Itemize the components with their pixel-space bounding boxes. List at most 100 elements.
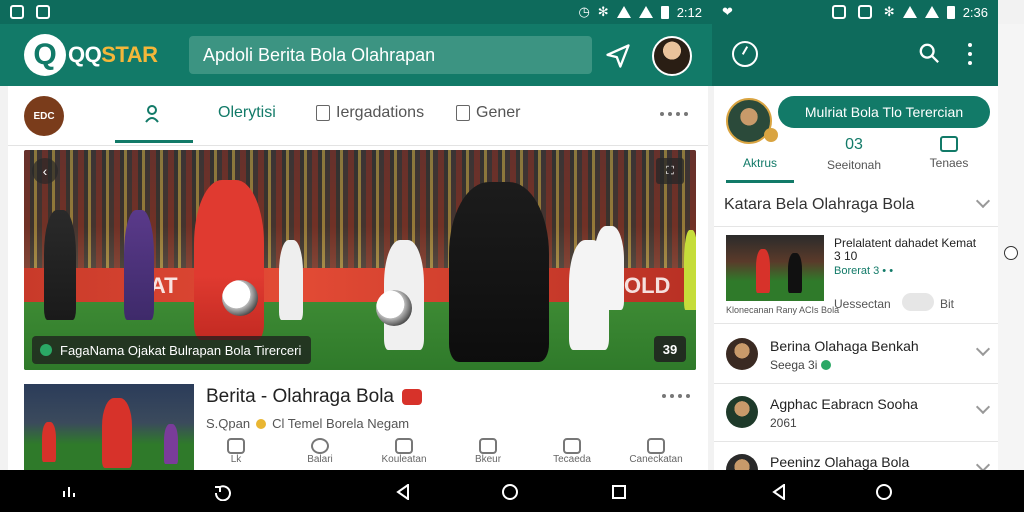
logo-text-a: QQ: [68, 42, 102, 67]
recents-nav-icon[interactable]: [612, 485, 626, 499]
action-caneckatan[interactable]: Caneckatan: [626, 438, 686, 466]
status-time-secondary: 2:36: [962, 4, 988, 20]
battery-icon: [946, 5, 955, 19]
active-tab-indicator: [115, 140, 193, 143]
tab-tenaes[interactable]: Tenaes: [914, 136, 984, 170]
expand-icon[interactable]: ⛶: [656, 158, 684, 184]
status-right-icons: ◷ ✻ 2:12: [578, 4, 702, 20]
side-tab-label: Aktrus: [742, 156, 777, 170]
player-figure: [44, 210, 76, 320]
tab-iergadations[interactable]: Iergadations: [316, 104, 424, 122]
signal-icon: [924, 6, 939, 18]
hero-image[interactable]: DAT OLD ‹ ⛶ FagaNama Ojakat Bulrapan Bol…: [24, 150, 696, 370]
channel-logo[interactable]: EDC: [24, 96, 64, 136]
main-feed: EDC Olerytisi Iergadations Gener DAT OLD…: [8, 86, 708, 470]
side-panel: Mulriat Bola Tlo Terercian Aktrus 03 See…: [714, 86, 998, 486]
compass-icon[interactable]: [732, 41, 758, 67]
status-right-icons-secondary: ✻ 2:36: [831, 4, 988, 20]
player-figure: [684, 230, 696, 310]
card-source: Klonecanan Rany ACIs Bola: [726, 305, 840, 315]
image-notification-icon: [36, 5, 50, 19]
action-label: Lk: [230, 454, 242, 465]
screen: ◷ ✻ 2:12 ❤ ✻ 2:36 Q QQSTAR Apdoli Berita…: [0, 0, 1024, 512]
article-meta-text: Cl Temel Borela Negam: [272, 416, 410, 431]
list-item[interactable]: Agphac Eabracn Sooha 2061: [714, 384, 998, 442]
tab-olerytisi[interactable]: Olerytisi: [218, 104, 276, 122]
list-item-name: Peeninz Olahaga Bola: [770, 454, 910, 470]
action-label: Bkeur: [474, 454, 502, 465]
chevron-down-icon[interactable]: [975, 193, 991, 209]
caption-text: FagaNama Ojakat Bulrapan Bola Tirerceri: [60, 342, 302, 358]
search-icon[interactable]: [918, 42, 940, 64]
profile-tab-icon[interactable]: [144, 104, 160, 124]
cta-button[interactable]: Mulriat Bola Tlo Terercian: [778, 96, 990, 128]
bookmark-icon: [316, 105, 330, 121]
card-thumbnail: [726, 235, 824, 301]
chevron-down-icon[interactable]: [975, 341, 991, 357]
wifi-icon: [902, 6, 917, 18]
phone-icon: [857, 5, 872, 19]
tag-icon: [479, 438, 497, 454]
heart-icon: [563, 438, 581, 454]
tab-aktrus[interactable]: Aktrus: [726, 156, 794, 170]
comment-icon: [456, 105, 470, 121]
back-icon[interactable]: ‹: [32, 158, 58, 184]
action-like[interactable]: Lk: [206, 438, 266, 466]
article-thumbnail[interactable]: [24, 384, 194, 470]
status-left-icons: [10, 5, 54, 19]
featured-card[interactable]: Prelalatent dahadet Kemat 3 10 Borerat 3…: [714, 226, 998, 324]
list-item-name: Berina Olahaga Benkah: [770, 338, 919, 354]
article-title[interactable]: Berita - Olahraga Bola: [206, 386, 422, 408]
mail-icon: [395, 438, 413, 454]
action-balari[interactable]: Balari: [290, 438, 350, 466]
article-more-icon[interactable]: [662, 394, 690, 398]
action-kouleatan[interactable]: Kouleatan: [374, 438, 434, 466]
ball-icon: [376, 290, 412, 326]
home-nav-icon[interactable]: [502, 484, 518, 500]
list-item-sub: Seega 3i: [770, 358, 832, 372]
status-dot-icon: [821, 360, 832, 370]
home-nav-icon[interactable]: [876, 484, 892, 500]
action-bkeur[interactable]: Bkeur: [458, 438, 518, 466]
side-tab-count: 03: [845, 136, 863, 153]
card-toggle[interactable]: [902, 293, 934, 311]
back-nav-icon[interactable]: [772, 484, 786, 500]
player-figure: [279, 240, 303, 320]
signal-icon: [638, 6, 653, 18]
list-item[interactable]: Berina Olahaga Benkah Seega 3i: [714, 326, 998, 384]
app-bar: Q QQSTAR Apdoli Berita Bola Olahrapan: [0, 24, 712, 86]
like-icon: [227, 438, 245, 454]
overflow-menu-icon[interactable]: [967, 43, 973, 65]
more-options-icon[interactable]: [660, 112, 688, 116]
scroll-knob[interactable]: [1004, 246, 1018, 260]
user-avatar[interactable]: [652, 36, 692, 76]
notification-icon: ❤: [722, 4, 733, 19]
volume-icon[interactable]: [60, 483, 80, 501]
list-item-name: Agphac Eabracn Sooha: [770, 396, 918, 412]
search-input[interactable]: Apdoli Berita Bola Olahrapan: [189, 36, 592, 74]
navigation-bar: [0, 470, 1024, 512]
wifi-icon: [616, 6, 631, 18]
article-actions: Lk Balari Kouleatan Bkeur Tecaeda Caneck…: [206, 438, 686, 466]
action-label: Caneckatan: [629, 454, 683, 465]
player-figure: [788, 253, 802, 293]
bluetooth-icon: ✻: [883, 4, 895, 19]
side-active-tab-indicator: [726, 180, 794, 183]
tab-seeitonah[interactable]: 03 Seeitonah: [814, 136, 894, 172]
back-nav-icon[interactable]: [396, 484, 410, 500]
action-tecaeda[interactable]: Tecaeda: [542, 438, 602, 466]
scrollbar[interactable]: [998, 24, 1024, 470]
app-logo[interactable]: Q QQSTAR: [24, 34, 158, 76]
send-icon[interactable]: [604, 42, 632, 70]
avatar: [726, 396, 758, 428]
alarm-icon: ◷: [578, 4, 590, 19]
action-label: Balari: [307, 454, 333, 465]
chevron-down-icon[interactable]: [975, 399, 991, 415]
card-footer-label: Uessectan: [834, 297, 891, 311]
tab-gener[interactable]: Gener: [456, 104, 520, 122]
side-tabs: Aktrus 03 Seeitonah Tenaes: [714, 132, 998, 182]
article-title-text: Berita - Olahraga Bola: [206, 386, 394, 407]
rotate-icon[interactable]: [212, 483, 234, 501]
player-figure: [594, 226, 624, 310]
logo-text-b: STAR: [101, 42, 158, 67]
